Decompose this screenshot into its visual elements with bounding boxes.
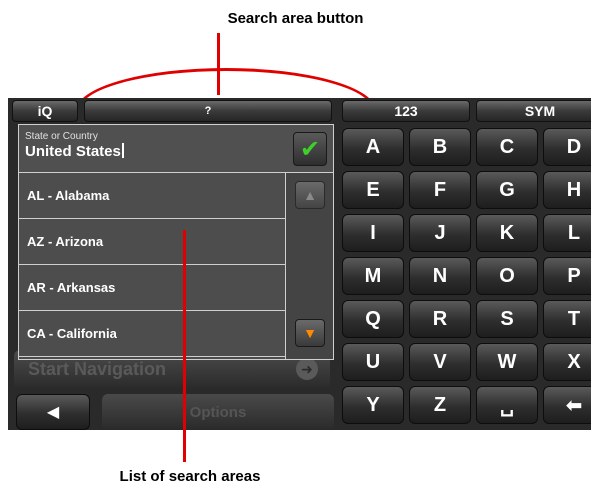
key-f[interactable]: F — [409, 171, 471, 209]
key-d[interactable]: D — [543, 128, 591, 166]
search-area-label: ? — [204, 105, 212, 117]
key-b[interactable]: B — [409, 128, 471, 166]
key-e[interactable]: E — [342, 171, 404, 209]
key-g[interactable]: G — [476, 171, 538, 209]
text-caret — [121, 143, 124, 158]
key-m[interactable]: M — [342, 257, 404, 295]
numeric-keyboard-button[interactable]: 123 — [342, 100, 470, 122]
scroll-down-button[interactable]: ▼ — [295, 319, 325, 347]
options-label: Options — [189, 403, 247, 421]
key-c[interactable]: C — [476, 128, 538, 166]
annotation-list-of-search-areas: List of search areas — [119, 468, 261, 485]
key-w[interactable]: W — [476, 343, 538, 381]
list-scrollbar: ▲ ▼ — [285, 173, 333, 359]
key-l[interactable]: L — [543, 214, 591, 252]
back-button[interactable]: ◀ — [16, 394, 90, 430]
state-country-value: United States — [25, 143, 121, 160]
symbol-keyboard-label: SYM — [524, 103, 556, 119]
checkmark-icon: ✔ — [299, 135, 321, 163]
list-item[interactable]: AL - Alabama — [19, 173, 285, 219]
key-p[interactable]: P — [543, 257, 591, 295]
key-a[interactable]: A — [342, 128, 404, 166]
annotation-search-area-button: Search area button — [227, 10, 364, 27]
list-item[interactable]: CA - California — [19, 311, 285, 357]
state-country-label: State or Country — [25, 131, 98, 142]
info-search-button[interactable]: iQ — [12, 100, 78, 122]
triangle-down-icon: ▼ — [303, 325, 317, 341]
list-item[interactable]: AZ - Arizona — [19, 219, 285, 265]
key-y[interactable]: Y — [342, 386, 404, 424]
symbol-keyboard-button[interactable]: SYM — [476, 100, 591, 122]
annotation-line-bottom — [183, 230, 186, 462]
key-k[interactable]: K — [476, 214, 538, 252]
confirm-button[interactable]: ✔ — [293, 132, 327, 166]
key-i[interactable]: I — [342, 214, 404, 252]
device-screen: iQ ? 123 SYM Start Navigation ➜ ◀ Option… — [8, 98, 591, 430]
key-o[interactable]: O — [476, 257, 538, 295]
backspace-key[interactable]: ⬅ — [543, 386, 591, 424]
key-s[interactable]: S — [476, 300, 538, 338]
key-q[interactable]: Q — [342, 300, 404, 338]
numeric-keyboard-label: 123 — [394, 103, 418, 119]
key-v[interactable]: V — [409, 343, 471, 381]
key-t[interactable]: T — [543, 300, 591, 338]
triangle-left-icon: ◀ — [46, 404, 60, 421]
search-area-list: AL - Alabama AZ - Arizona AR - Arkansas CA … — [19, 173, 285, 357]
key-z[interactable]: Z — [409, 386, 471, 424]
key-n[interactable]: N — [409, 257, 471, 295]
start-navigation-label: Start Navigation — [28, 358, 167, 379]
info-search-icon: iQ — [37, 103, 53, 119]
key-x[interactable]: X — [543, 343, 591, 381]
search-area-dropdown: State or Country United States ✔ AL - Al… — [18, 124, 334, 360]
annotation-line-top — [217, 33, 220, 95]
arrow-right-icon: ➜ — [296, 358, 318, 380]
options-button: Options — [102, 394, 334, 430]
scroll-up-button[interactable]: ▲ — [295, 181, 325, 209]
key-r[interactable]: R — [409, 300, 471, 338]
triangle-up-icon: ▲ — [303, 187, 317, 203]
list-item[interactable]: AR - Arkansas — [19, 265, 285, 311]
search-area-button[interactable]: ? — [84, 100, 332, 122]
key-h[interactable]: H — [543, 171, 591, 209]
space-key[interactable]: ␣ — [476, 386, 538, 424]
key-j[interactable]: J — [409, 214, 471, 252]
state-country-field[interactable]: State or Country United States ✔ — [19, 125, 333, 173]
key-u[interactable]: U — [342, 343, 404, 381]
